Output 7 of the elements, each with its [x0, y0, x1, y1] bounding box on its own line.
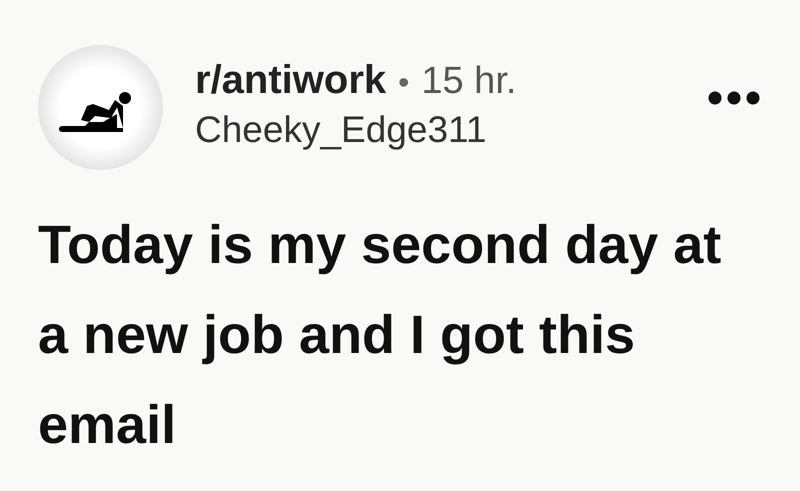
post-age: 15 hr.: [421, 60, 516, 103]
post-title: Today is my second day at a new job and I got this email: [38, 214, 722, 457]
separator-dot: •: [398, 64, 410, 101]
more-options-icon[interactable]: [708, 90, 760, 104]
author-name[interactable]: Cheeky_Edge311: [195, 109, 708, 151]
community-name[interactable]: r/antiwork: [195, 58, 386, 103]
reclining-figure-icon: [58, 92, 132, 132]
